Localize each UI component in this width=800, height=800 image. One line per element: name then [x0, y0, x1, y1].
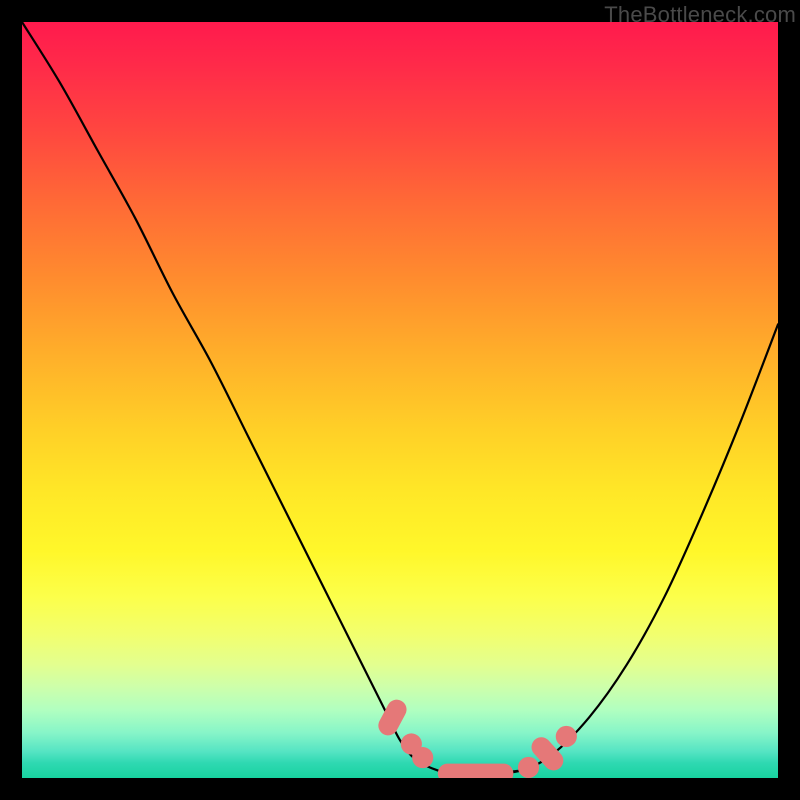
chart-frame: TheBottleneck.com: [0, 0, 800, 800]
curve-marker-dot: [518, 757, 539, 778]
markers-group: [375, 696, 577, 778]
curve-marker-dot: [556, 726, 577, 747]
curve-group: [22, 22, 778, 775]
bottleneck-curve: [22, 22, 778, 775]
plot-area: [22, 22, 778, 778]
watermark-text: TheBottleneck.com: [604, 2, 796, 28]
curve-marker-dot: [412, 747, 433, 768]
curve-marker-pill: [438, 764, 514, 778]
bottleneck-curve-svg: [22, 22, 778, 778]
